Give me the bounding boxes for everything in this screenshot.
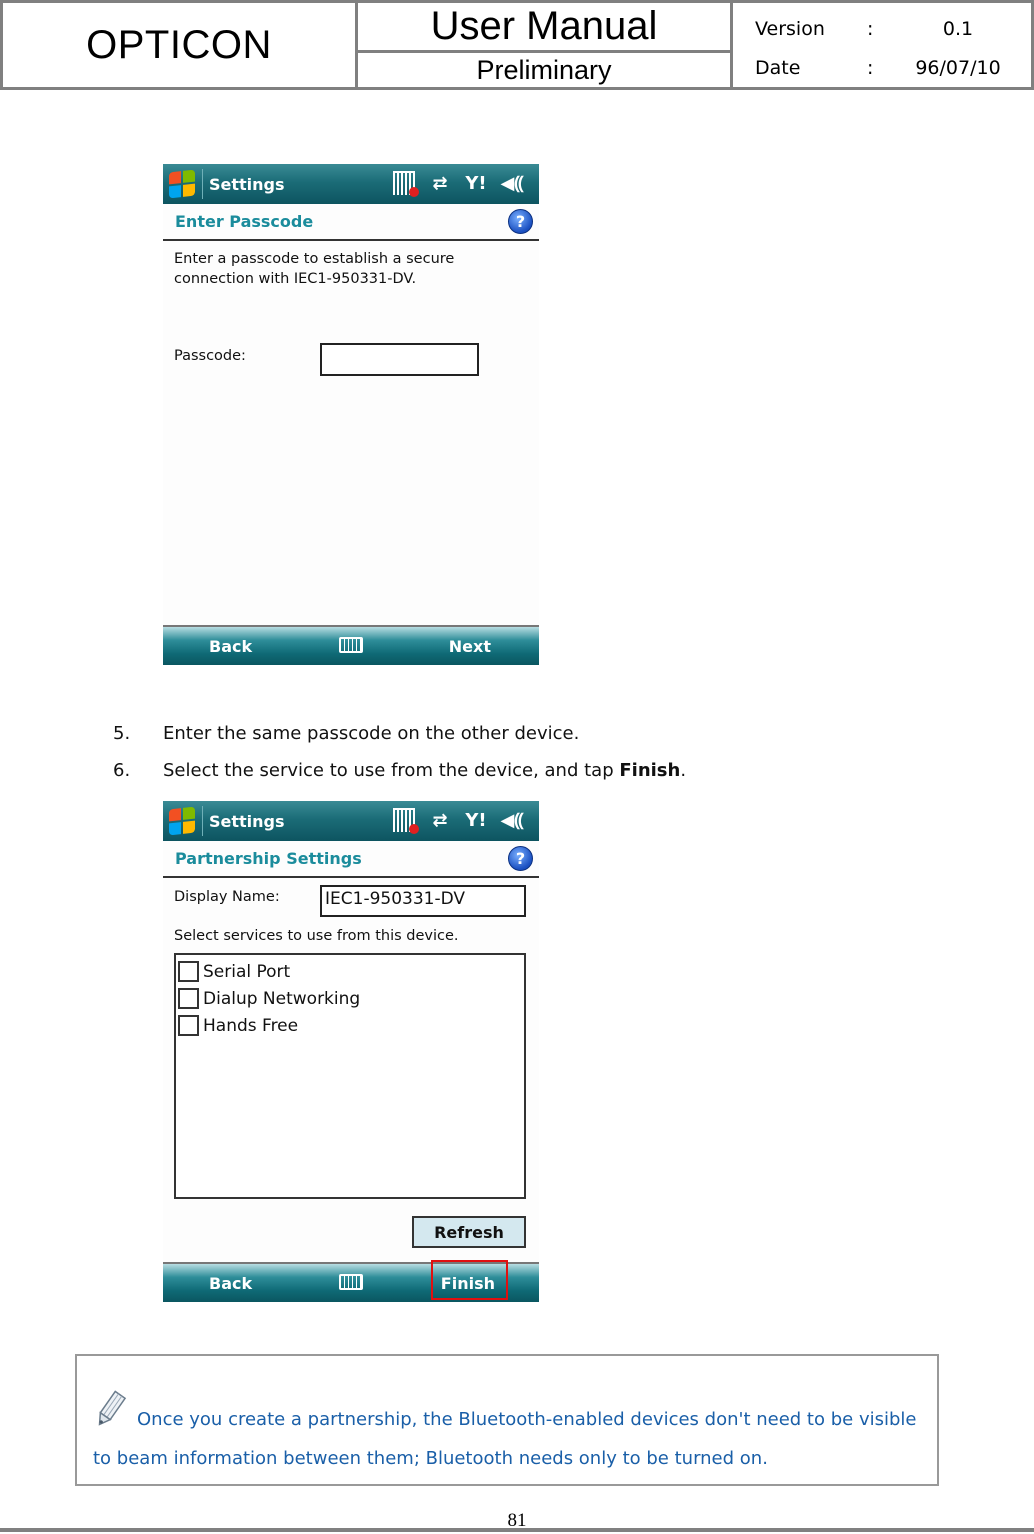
- header-meta: Version : 0.1 Date : 96/07/10: [733, 3, 1031, 87]
- service-item-hands-free[interactable]: Hands Free: [178, 1012, 522, 1039]
- step-5: 5. Enter the same passcode on the other …: [113, 723, 579, 744]
- checkbox[interactable]: [178, 961, 199, 982]
- volume-icon[interactable]: ◀⸨: [499, 170, 525, 196]
- title-separator: [202, 169, 203, 199]
- volume-icon[interactable]: ◀⸨: [499, 807, 525, 833]
- header-title-cell: User Manual Preliminary: [358, 3, 733, 87]
- checkbox[interactable]: [178, 1015, 199, 1036]
- keyboard-icon[interactable]: [339, 637, 363, 653]
- windows-start-icon[interactable]: [169, 806, 195, 836]
- note-text-2: to beam information between them; Blueto…: [93, 1448, 768, 1469]
- date-value: 96/07/10: [915, 56, 1001, 79]
- footer-divider: [0, 1528, 1034, 1532]
- signal-alert-icon[interactable]: Y!: [463, 170, 489, 196]
- section-header: Partnership Settings ?: [163, 841, 539, 878]
- step-text: Select the service to use from the devic…: [163, 760, 686, 781]
- softkey-bar: Back Finish: [163, 1260, 539, 1302]
- app-title: Settings: [209, 174, 285, 194]
- section-header: Enter Passcode ?: [163, 204, 539, 241]
- passcode-label: Passcode:: [174, 348, 246, 364]
- refresh-button[interactable]: Refresh: [412, 1216, 526, 1248]
- keyboard-icon[interactable]: [339, 1274, 363, 1290]
- version-row: Version : 0.1: [755, 9, 1031, 48]
- services-prompt: Select services to use from this device.: [174, 928, 459, 944]
- title-separator: [202, 806, 203, 836]
- barcode-scanner-off-icon[interactable]: [391, 170, 419, 197]
- service-label: Hands Free: [203, 1015, 299, 1036]
- note-line-1: Once you create a partnership, the Bluet…: [93, 1384, 923, 1430]
- back-softkey[interactable]: Back: [209, 637, 252, 656]
- windows-start-icon[interactable]: [169, 169, 195, 199]
- screenshot-partnership-settings: Settings ⇄ Y! ◀⸨ Partnership Settings ? …: [163, 801, 539, 1302]
- status-icons: ⇄ Y! ◀⸨: [391, 170, 525, 197]
- version-separator: :: [867, 17, 874, 40]
- step-text-bold: Finish: [619, 760, 681, 781]
- help-icon[interactable]: ?: [508, 209, 533, 234]
- title-bar: Settings ⇄ Y! ◀⸨: [163, 801, 539, 841]
- title-bar: Settings ⇄ Y! ◀⸨: [163, 164, 539, 204]
- section-title: Enter Passcode: [175, 212, 314, 231]
- brand-name: OPTICON: [3, 3, 358, 87]
- step-6: 6. Select the service to use from the de…: [113, 760, 686, 781]
- step-text: Enter the same passcode on the other dev…: [163, 723, 580, 744]
- finish-highlight-box: [431, 1260, 508, 1300]
- connectivity-icon[interactable]: ⇄: [427, 807, 453, 833]
- passcode-input[interactable]: [320, 343, 479, 376]
- document-title: User Manual: [358, 3, 730, 53]
- version-label: Version: [755, 17, 825, 40]
- services-list[interactable]: Serial Port Dialup Networking Hands Free: [174, 953, 526, 1199]
- service-label: Serial Port: [203, 961, 291, 982]
- step-text-main: Select the service to use from the devic…: [163, 760, 620, 781]
- step-number: 6.: [113, 760, 131, 781]
- note-box: Once you create a partnership, the Bluet…: [75, 1354, 939, 1486]
- signal-alert-icon[interactable]: Y!: [463, 807, 489, 833]
- status-icons: ⇄ Y! ◀⸨: [391, 807, 525, 834]
- pencil-icon: [93, 1386, 129, 1430]
- step-text-suffix: .: [680, 760, 687, 781]
- display-name-label: Display Name:: [174, 889, 280, 905]
- service-label: Dialup Networking: [203, 988, 361, 1009]
- app-title: Settings: [209, 811, 285, 831]
- barcode-scanner-off-icon[interactable]: [391, 807, 419, 834]
- back-softkey[interactable]: Back: [209, 1274, 252, 1293]
- document-header: OPTICON User Manual Preliminary Version …: [0, 0, 1034, 90]
- checkbox[interactable]: [178, 988, 199, 1009]
- note-text-1: Once you create a partnership, the Bluet…: [137, 1409, 917, 1430]
- next-softkey[interactable]: Next: [449, 637, 491, 656]
- display-name-input[interactable]: IEC1-950331-DV: [320, 885, 526, 917]
- step-number: 5.: [113, 723, 131, 744]
- document-status: Preliminary: [476, 54, 612, 85]
- date-separator: :: [867, 56, 874, 79]
- service-item-dialup-networking[interactable]: Dialup Networking: [178, 985, 522, 1012]
- screenshot-enter-passcode: Settings ⇄ Y! ◀⸨ Enter Passcode ? Enter …: [163, 164, 539, 665]
- version-value: 0.1: [942, 17, 974, 40]
- softkey-bar: Back Next: [163, 625, 539, 665]
- help-icon[interactable]: ?: [508, 846, 533, 871]
- instruction-text: Enter a passcode to establish a secure c…: [174, 251, 455, 287]
- service-item-serial-port[interactable]: Serial Port: [178, 958, 522, 985]
- date-row: Date : 96/07/10: [755, 48, 1031, 87]
- connectivity-icon[interactable]: ⇄: [427, 170, 453, 196]
- date-label: Date: [755, 56, 801, 79]
- section-title: Partnership Settings: [175, 849, 362, 868]
